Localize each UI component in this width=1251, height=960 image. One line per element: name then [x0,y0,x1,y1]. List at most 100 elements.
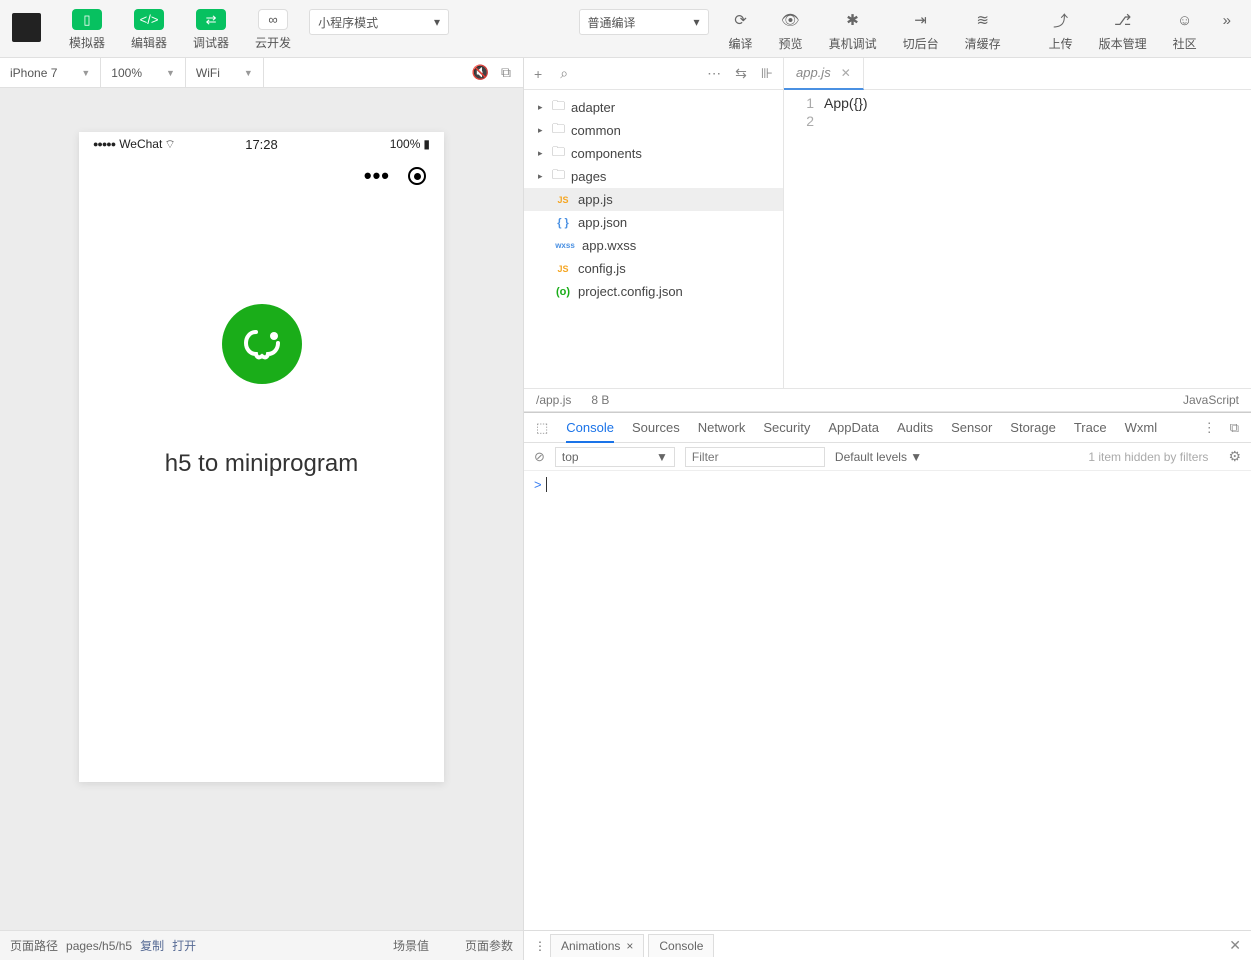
phone-icon: ▯ [72,9,102,30]
devtools-tab-network[interactable]: Network [698,420,746,435]
branch-icon: ⎇ [1114,9,1131,31]
line-gutter: 12 [784,94,824,388]
cloud-button[interactable]: ∞ 云开发 [245,4,301,53]
signal-icon: ●●●●● [93,139,115,149]
remote-debug-button[interactable]: ✱真机调试 [817,4,889,54]
phone-simulator: ●●●●● WeChat ⌔ 17:28 100%▮ ••• h5 to min… [79,132,444,782]
compile-mode-dropdown[interactable]: 普通编译▾ [579,9,709,35]
background-button[interactable]: ⇥切后台 [891,4,951,54]
devtools-tab-console[interactable]: Console [566,420,614,443]
network-select[interactable]: WiFi▼ [186,58,264,87]
page-params[interactable]: 页面参数 [465,937,513,954]
chevron-right-icon: ▸ [538,125,546,136]
devtools-tab-sources[interactable]: Sources [632,420,680,435]
file-app.json[interactable]: { }app.json [524,211,783,234]
kebab-icon[interactable]: ⋮ [534,939,546,953]
gear-icon[interactable]: ⚙ [1228,448,1241,465]
drawer-tab-animations[interactable]: Animations× [550,934,644,957]
version-button[interactable]: ⎇版本管理 [1087,4,1159,54]
devtools-tab-storage[interactable]: Storage [1010,420,1056,435]
clear-icon[interactable]: ⊘ [534,449,545,465]
add-icon[interactable]: + [534,66,542,82]
mute-icon[interactable]: 🔇 [472,64,489,81]
close-target-icon[interactable] [408,167,426,185]
dock-icon[interactable]: ⧉ [1230,420,1239,436]
scene-value[interactable]: 场景值 [393,937,429,954]
chat-icon: ☺ [1177,9,1192,31]
popout-icon[interactable]: ⧉ [501,64,511,81]
preview-button[interactable]: 👁预览 [767,4,815,54]
file-project.config.json[interactable]: (o)project.config.json [524,280,783,303]
simulator-toolbar: iPhone 7▼ 100%▼ WiFi▼ 🔇 ⧉ [0,58,523,88]
battery-icon: ▮ [423,137,430,151]
wifi-icon: ⌔ [164,137,175,152]
refresh-icon: ⟳ [734,9,747,31]
wxss-icon: wxss [554,241,576,250]
more-icon[interactable]: ⋯ [707,65,721,82]
editor-button[interactable]: </> 编辑器 [121,4,177,53]
devtools-tab-security[interactable]: Security [763,420,810,435]
filter-input[interactable] [685,447,825,467]
compile-button[interactable]: ⟳编译 [717,4,765,54]
folder-common[interactable]: ▸🗀common [524,119,783,142]
phone-nav-bar: ••• [79,156,444,196]
editor-status-bar: /app.js 8 B JavaScript [524,388,1251,412]
drawer-tab-console[interactable]: Console [648,934,714,957]
file-tree-toolbar: + ⌕ ⋯ ⇆ ⊪ [524,58,784,89]
more-button[interactable]: » [1211,4,1243,33]
settings-icon[interactable]: ⊪ [761,65,773,82]
file-app.js[interactable]: JSapp.js [524,188,783,211]
eye-icon: 👁 [781,9,800,31]
top-toolbar: ▯ 模拟器 </> 编辑器 ⇄ 调试器 ∞ 云开发 小程序模式▾ 普通编译▾ ⟳… [0,0,1251,58]
mode-dropdown[interactable]: 小程序模式▾ [309,9,449,35]
back-icon: ⇥ [914,9,927,31]
context-select[interactable]: top▼ [555,447,675,467]
collapse-icon[interactable]: ⇆ [735,65,747,82]
devtools-panel: ⬚ Console Sources Network Security AppData Au… [524,412,1251,960]
chevron-right-icon: ▸ [538,148,546,159]
debugger-button[interactable]: ⇄ 调试器 [183,4,239,53]
levels-select[interactable]: Default levels ▼ [835,450,922,464]
community-button[interactable]: ☺社区 [1161,4,1209,54]
code-editor[interactable]: 12 App({}) [784,90,1251,388]
avatar[interactable] [12,13,41,42]
console-output[interactable]: > [524,471,1251,930]
chevron-down-icon: ▼ [244,68,253,78]
device-select[interactable]: iPhone 7▼ [0,58,101,87]
devtools-tab-sensor[interactable]: Sensor [951,420,992,435]
folder-components[interactable]: ▸🗀components [524,142,783,165]
js-icon: JS [554,264,572,274]
upload-icon: ⤴ [1053,9,1068,31]
folder-pages[interactable]: ▸🗀pages [524,165,783,188]
close-icon[interactable]: ✕ [1229,937,1241,954]
close-icon[interactable]: × [626,939,633,953]
folder-adapter[interactable]: ▸🗀adapter [524,96,783,119]
devtools-tab-wxml[interactable]: Wxml [1125,420,1158,435]
folder-icon: 🗀 [552,143,565,165]
devtools-tabs: ⬚ Console Sources Network Security AppData Au… [524,413,1251,443]
open-link[interactable]: 打开 [172,937,196,954]
editor-tab-appjs[interactable]: app.js ✕ [784,58,864,90]
search-icon[interactable]: ⌕ [560,65,568,82]
close-icon[interactable]: ✕ [841,66,851,80]
devtools-tab-audits[interactable]: Audits [897,420,933,435]
zoom-select[interactable]: 100%▼ [101,58,186,87]
kebab-icon[interactable]: ⋮ [1203,420,1216,436]
file-app.wxss[interactable]: wxssapp.wxss [524,234,783,257]
chevron-right-icon: ▸ [538,102,546,113]
debug-icon: ⇄ [196,9,226,30]
console-toolbar: ⊘ top▼ Default levels ▼ 1 item hidden by… [524,443,1251,471]
menu-dots-icon[interactable]: ••• [364,163,390,189]
devtools-tab-appdata[interactable]: AppData [828,420,879,435]
chevrons-icon: » [1223,9,1231,31]
file-config.js[interactable]: JSconfig.js [524,257,783,280]
upload-button[interactable]: ⤴上传 [1037,4,1085,54]
inspect-icon[interactable]: ⬚ [536,420,548,436]
folder-icon: 🗀 [552,120,565,142]
clear-cache-button[interactable]: ≋清缓存 [953,4,1013,54]
devtools-tab-trace[interactable]: Trace [1074,420,1107,435]
simulator-button[interactable]: ▯ 模拟器 [59,4,115,53]
js-icon: JS [554,195,572,205]
page-path: pages/h5/h5 [66,939,132,953]
copy-link[interactable]: 复制 [140,937,164,954]
